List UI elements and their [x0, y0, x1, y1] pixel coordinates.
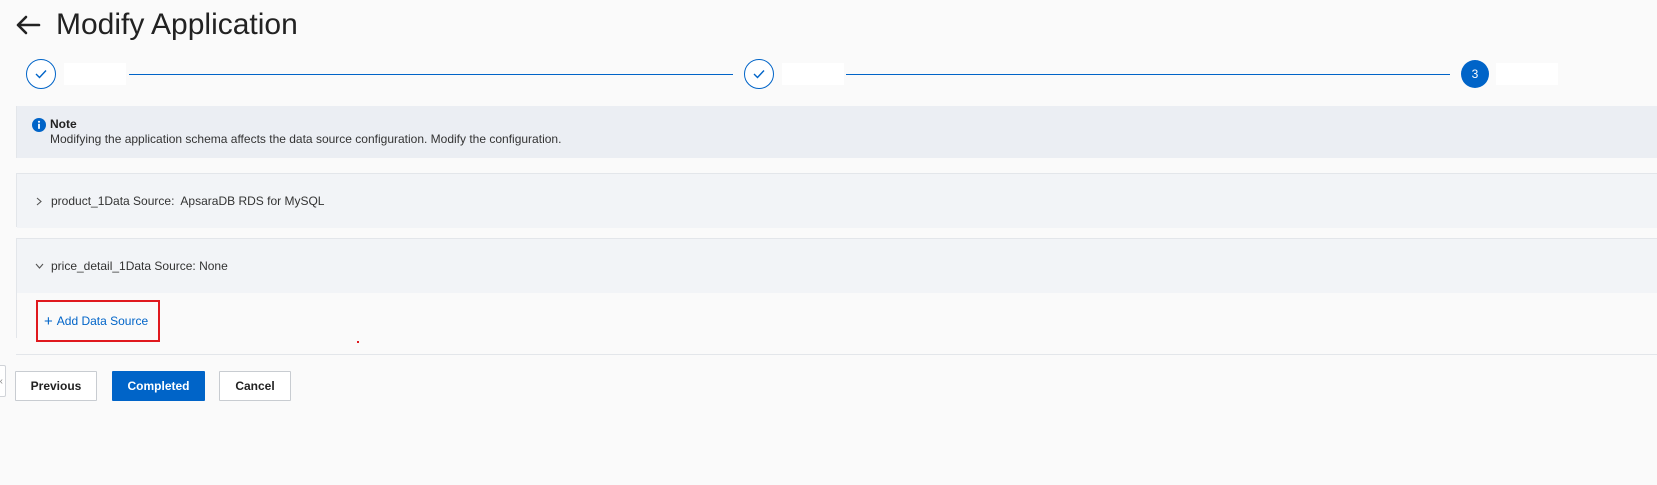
page-title: Modify Application — [56, 8, 298, 41]
step-number: 3 — [1471, 67, 1479, 81]
arrow-left-icon[interactable] — [14, 11, 42, 39]
note-text: Modifying the application schema affects… — [50, 132, 562, 146]
marker-dot — [357, 341, 359, 343]
step-2-label — [782, 63, 844, 85]
completed-button[interactable]: Completed — [112, 371, 205, 401]
panel-label: price_detail_1Data Source: None — [51, 259, 228, 273]
add-data-source-button[interactable]: + Add Data Source — [36, 300, 160, 342]
previous-button[interactable]: Previous — [15, 371, 97, 401]
header: Modify Application — [14, 8, 298, 42]
panel-label: product_1Data Source: ApsaraDB RDS for M… — [51, 194, 325, 208]
add-data-source-label: Add Data Source — [56, 314, 149, 328]
data-source-panel-product: product_1Data Source: ApsaraDB RDS for M… — [16, 173, 1657, 228]
chevron-right-icon — [34, 196, 44, 206]
note-title: Note — [50, 117, 77, 131]
plus-icon: + — [44, 312, 53, 330]
step-connector — [129, 74, 733, 75]
step-indicator: 3 — [26, 59, 1657, 89]
chevron-down-icon — [34, 261, 44, 271]
check-icon — [35, 70, 47, 79]
step-1-complete — [26, 59, 56, 89]
check-icon — [753, 70, 765, 79]
collapse-handle[interactable]: ‹ — [0, 365, 6, 397]
data-source-panel-price-detail: price_detail_1Data Source: None + Add Da… — [16, 238, 1657, 342]
page: Modify Application 3 Note Modifying the … — [0, 0, 1657, 485]
step-3-current: 3 — [1461, 60, 1489, 88]
panel-header[interactable]: product_1Data Source: ApsaraDB RDS for M… — [17, 174, 1657, 228]
cancel-button[interactable]: Cancel — [219, 371, 291, 401]
step-3-label — [1496, 63, 1558, 85]
step-connector — [846, 74, 1450, 75]
panel-header[interactable]: price_detail_1Data Source: None — [17, 239, 1657, 293]
panel-body: + Add Data Source — [17, 293, 1657, 342]
step-2-complete — [744, 59, 774, 89]
divider — [16, 354, 1657, 355]
note-banner: Note Modifying the application schema af… — [16, 106, 1657, 158]
info-icon — [32, 118, 46, 132]
step-1-label — [64, 63, 126, 85]
